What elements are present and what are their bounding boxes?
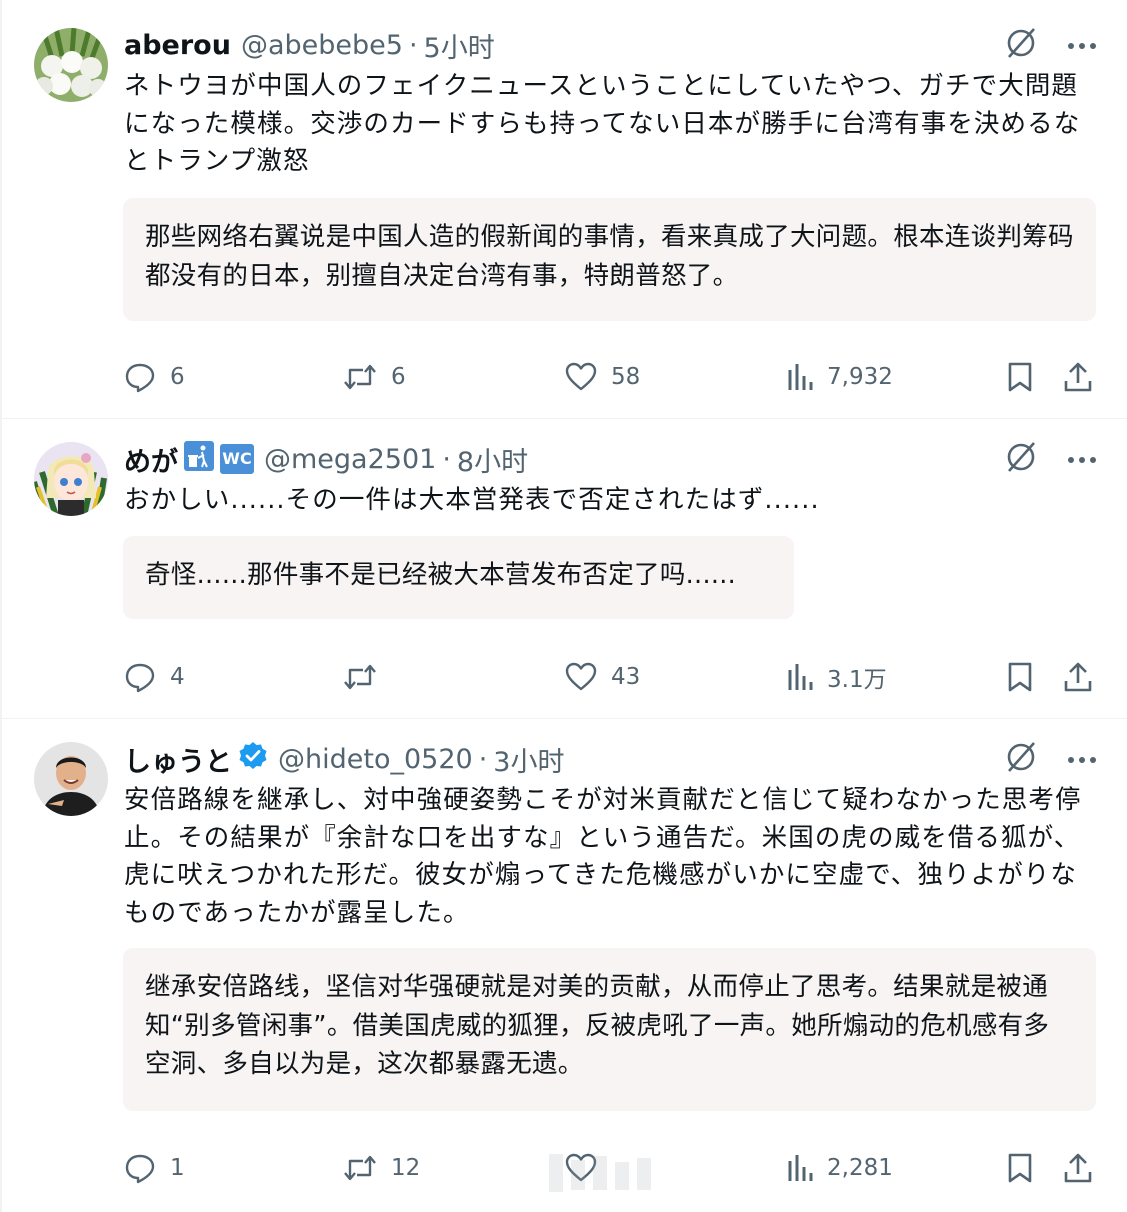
more-icon[interactable] bbox=[1067, 450, 1097, 469]
tweet-top-actions bbox=[1003, 28, 1097, 62]
more-icon[interactable] bbox=[1067, 36, 1097, 55]
reply-button[interactable]: 6 bbox=[124, 357, 185, 397]
repost-button[interactable] bbox=[343, 657, 391, 697]
bookmark-icon bbox=[1006, 361, 1034, 393]
wc-label: WC bbox=[222, 449, 252, 468]
reply-icon bbox=[124, 1152, 156, 1184]
bookmark-icon bbox=[1006, 661, 1034, 693]
tweet-header: aberou @abebebe5 · 5小时 bbox=[124, 26, 495, 65]
display-name[interactable]: しゅうと bbox=[124, 740, 232, 779]
views-button[interactable]: 7,932 bbox=[787, 357, 893, 397]
views-icon bbox=[787, 362, 813, 392]
tweet-text: ネトウヨが中国人のフェイクニュースということにしていたやつ、ガチで大問題になった… bbox=[124, 71, 1081, 176]
views-icon bbox=[787, 1153, 813, 1183]
avatar[interactable] bbox=[34, 742, 108, 816]
repost-icon bbox=[343, 662, 377, 692]
separator-dot: · bbox=[408, 29, 418, 61]
repost-button[interactable]: 12 bbox=[343, 1148, 420, 1188]
tweet-header: めが WC @mega2501 · 8小时 bbox=[124, 440, 528, 479]
views-count: 2,281 bbox=[827, 1155, 893, 1181]
bookmark-button[interactable] bbox=[1006, 357, 1034, 397]
like-count: 58 bbox=[611, 364, 641, 390]
repost-icon bbox=[343, 1153, 377, 1183]
like-button[interactable]: 43 bbox=[565, 657, 640, 697]
reply-button[interactable]: 4 bbox=[124, 657, 185, 697]
share-icon bbox=[1063, 361, 1093, 393]
translation-box: 奇怪......那件事不是已经被大本营发布否定了吗...... bbox=[123, 536, 794, 619]
bookmark-icon bbox=[1006, 1152, 1034, 1184]
repost-button[interactable]: 6 bbox=[343, 357, 406, 397]
user-handle[interactable]: @mega2501 bbox=[264, 444, 436, 475]
share-icon bbox=[1063, 1152, 1093, 1184]
grok-slash-icon[interactable] bbox=[1003, 439, 1039, 479]
tweet-header: しゅうと @hideto_0520 · 3小时 bbox=[124, 740, 564, 779]
repost-count: 6 bbox=[391, 364, 406, 390]
watermark bbox=[543, 1150, 659, 1196]
tweet[interactable]: aberou @abebebe5 · 5小时 ネトウヨが中国人のフェイクニュース… bbox=[0, 0, 1127, 419]
translation-box: 那些网络右翼说是中国人造的假新闻的事情，看来真成了大问题。根本连谈判筹码都没有的… bbox=[123, 198, 1096, 321]
like-count: 43 bbox=[611, 664, 641, 690]
tweet-top-actions bbox=[1003, 442, 1097, 476]
tweet-text: 安倍路線を継承し、対中強硬姿勢こそが対米貢献だと信じて疑わなかった思考停止。その… bbox=[124, 785, 1082, 928]
reply-count: 1 bbox=[170, 1155, 185, 1181]
views-count: 3.1万 bbox=[827, 667, 887, 693]
display-name[interactable]: めが bbox=[124, 440, 178, 479]
tweet[interactable]: めが WC @mega2501 · 8小时 おかしい......その一件は大本営… bbox=[0, 418, 1127, 719]
timestamp[interactable]: 3小时 bbox=[493, 740, 564, 779]
reply-icon bbox=[124, 361, 156, 393]
tweet[interactable]: しゅうと @hideto_0520 · 3小时 安倍路線を継承し、対中強硬姿勢こ… bbox=[0, 718, 1127, 1212]
share-icon bbox=[1063, 661, 1093, 693]
timestamp[interactable]: 8小时 bbox=[457, 440, 528, 479]
reply-count: 4 bbox=[170, 664, 185, 690]
like-icon bbox=[565, 662, 597, 692]
grok-slash-icon[interactable] bbox=[1003, 739, 1039, 779]
tweet-text: おかしい......その一件は大本営発表で否定されたはず...... bbox=[124, 485, 820, 515]
share-button[interactable] bbox=[1063, 1148, 1093, 1188]
trash-person-icon bbox=[184, 440, 214, 478]
grok-slash-icon[interactable] bbox=[1003, 25, 1039, 65]
tweet-actions: 4 43 3.1万 bbox=[0, 657, 1127, 697]
separator-dot: · bbox=[478, 743, 488, 775]
avatar[interactable] bbox=[34, 28, 108, 102]
views-icon bbox=[787, 662, 813, 692]
like-button[interactable]: 58 bbox=[565, 357, 640, 397]
user-handle[interactable]: @abebebe5 bbox=[241, 30, 403, 61]
repost-icon bbox=[343, 362, 377, 392]
verified-badge-icon bbox=[238, 741, 268, 778]
views-button[interactable]: 2,281 bbox=[787, 1148, 893, 1188]
wc-icon: WC bbox=[220, 444, 254, 474]
reply-icon bbox=[124, 661, 156, 693]
bookmark-button[interactable] bbox=[1006, 1148, 1034, 1188]
like-icon bbox=[565, 362, 597, 392]
avatar[interactable] bbox=[34, 442, 108, 516]
tweet-top-actions bbox=[1003, 742, 1097, 776]
views-count: 7,932 bbox=[827, 364, 893, 390]
bookmark-button[interactable] bbox=[1006, 657, 1034, 697]
reply-button[interactable]: 1 bbox=[124, 1148, 185, 1188]
display-name[interactable]: aberou bbox=[124, 30, 231, 61]
timestamp[interactable]: 5小时 bbox=[424, 26, 495, 65]
tweet-actions: 6 6 58 7,932 bbox=[0, 357, 1127, 397]
more-icon[interactable] bbox=[1067, 750, 1097, 769]
views-button[interactable]: 3.1万 bbox=[787, 657, 887, 697]
separator-dot: · bbox=[442, 443, 451, 475]
share-button[interactable] bbox=[1063, 657, 1093, 697]
translation-box: 继承安倍路线，坚信对华强硬就是对美的贡献，从而停止了思考。结果就是被通知“别多管… bbox=[123, 948, 1096, 1111]
user-handle[interactable]: @hideto_0520 bbox=[278, 744, 473, 775]
share-button[interactable] bbox=[1063, 357, 1093, 397]
reply-count: 6 bbox=[170, 364, 185, 390]
repost-count: 12 bbox=[391, 1155, 421, 1181]
